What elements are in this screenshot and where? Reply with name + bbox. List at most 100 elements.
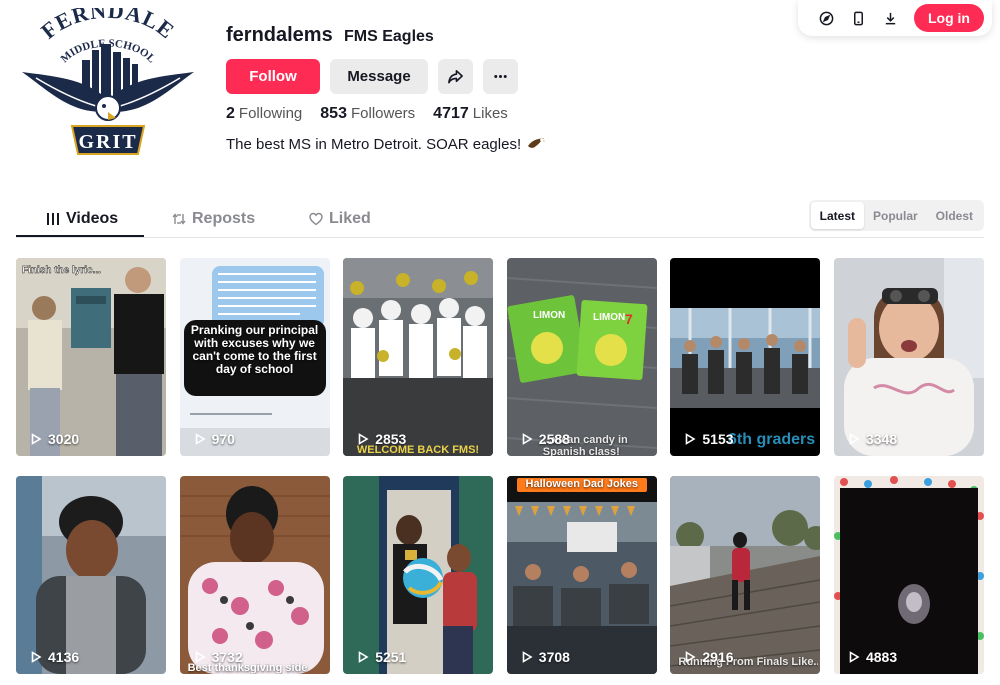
share-button[interactable] xyxy=(438,59,473,94)
download-icon[interactable] xyxy=(876,4,904,32)
more-button[interactable] xyxy=(483,59,518,94)
view-count-value: 2916 xyxy=(702,649,734,665)
video-card[interactable]: WELCOME BACK FMS! 2853 xyxy=(343,258,494,456)
share-icon xyxy=(448,70,463,84)
tab-liked[interactable]: Liked xyxy=(309,200,371,237)
compass-icon[interactable] xyxy=(812,4,840,32)
view-count: 4136 xyxy=(30,649,79,665)
view-count: 3020 xyxy=(30,431,79,447)
tab-liked-label: Liked xyxy=(329,209,371,227)
video-card[interactable]: 4883 xyxy=(833,476,984,674)
stat-likes-label: Likes xyxy=(472,105,508,122)
video-thumbnail xyxy=(506,476,657,674)
play-icon xyxy=(358,433,369,445)
video-card[interactable]: 5251 xyxy=(343,476,494,674)
username: ferndalems xyxy=(226,24,333,46)
eagle-emoji-icon xyxy=(528,138,546,148)
video-thumbnail: WELCOME BACK FMS! xyxy=(343,258,494,456)
video-overlay-text: Pranking our principal with excuses why … xyxy=(190,324,319,376)
nickname: FMS Eagles xyxy=(344,28,434,45)
view-count-value: 3020 xyxy=(48,431,80,447)
play-icon xyxy=(686,433,696,445)
sort-toggle: Latest Popular Oldest xyxy=(808,200,984,231)
view-count: 2588 xyxy=(521,431,570,447)
view-count-value: 4136 xyxy=(48,649,80,665)
video-overlay-text: 6th graders xyxy=(728,431,815,448)
avatar-banner-text: GRIT xyxy=(78,131,137,153)
view-count: 5153 xyxy=(684,431,734,447)
tab-videos[interactable]: Videos xyxy=(46,200,118,237)
bio-text: The best MS in Metro Detroit. SOAR eagle… xyxy=(226,136,522,153)
play-icon xyxy=(849,433,860,445)
play-icon xyxy=(522,651,533,663)
view-count-value: 970 xyxy=(211,431,235,447)
view-count: 3348 xyxy=(848,431,897,447)
view-count-value: 5251 xyxy=(375,649,407,665)
play-icon xyxy=(195,433,206,445)
profile-stats: 2 Following 853 Followers 4717 Likes xyxy=(226,105,508,123)
video-card[interactable]: Best thanksgiving side 3732 xyxy=(179,476,330,674)
sort-latest-button[interactable]: Latest xyxy=(810,202,864,229)
svg-text:7: 7 xyxy=(625,311,633,327)
svg-text:LIMON: LIMON xyxy=(593,312,625,323)
grid-icon xyxy=(47,212,59,225)
profile-actions: Follow Message xyxy=(226,59,518,94)
play-icon xyxy=(31,651,42,663)
view-count: 2853 xyxy=(357,431,406,447)
view-count: 3708 xyxy=(521,649,570,665)
video-thumbnail xyxy=(833,258,984,456)
play-icon xyxy=(849,651,860,663)
view-count: 4883 xyxy=(848,649,897,665)
view-count: 5251 xyxy=(357,649,406,665)
play-icon xyxy=(686,651,696,663)
play-icon xyxy=(358,651,369,663)
play-icon xyxy=(31,433,42,445)
message-button[interactable]: Message xyxy=(330,59,428,94)
stat-following[interactable]: 2 Following xyxy=(226,105,302,123)
video-overlay-text: Halloween Dad Jokes xyxy=(525,478,639,490)
video-thumbnail xyxy=(343,476,494,674)
tab-active-indicator xyxy=(16,235,144,237)
sort-oldest-button[interactable]: Oldest xyxy=(927,202,982,229)
follow-button[interactable]: Follow xyxy=(226,59,320,94)
stat-following-value: 2 xyxy=(226,105,235,122)
view-count-value: 4883 xyxy=(865,649,898,665)
view-count: 2916 xyxy=(684,649,734,665)
video-card[interactable]: LIMON LIMON 7 ...xican candy in Spanish … xyxy=(506,258,657,456)
stat-following-label: Following xyxy=(238,105,303,122)
view-count: 970 xyxy=(194,431,235,447)
view-count-value: 3732 xyxy=(211,649,243,665)
video-thumbnail xyxy=(670,476,821,674)
stat-followers[interactable]: 853 Followers xyxy=(320,105,415,123)
heart-icon xyxy=(309,212,323,225)
svg-text:LIMON: LIMON xyxy=(533,310,565,321)
view-count: 3732 xyxy=(194,649,243,665)
video-card[interactable]: 3348 xyxy=(833,258,984,456)
video-overlay-text: Finish the lyric... xyxy=(22,265,101,276)
view-count-value: 5153 xyxy=(702,431,734,447)
video-card[interactable]: Pranking our principal with excuses why … xyxy=(179,258,330,456)
video-thumbnail xyxy=(16,476,166,674)
stat-likes-value: 4717 xyxy=(433,105,469,122)
more-icon xyxy=(494,74,507,79)
sort-popular-button[interactable]: Popular xyxy=(864,202,927,229)
video-card[interactable]: Halloween Dad Jokes 3708 xyxy=(506,476,657,674)
view-count-value: 3348 xyxy=(865,431,898,447)
view-count-value: 3708 xyxy=(538,649,570,665)
video-thumbnail: LIMON LIMON 7 xyxy=(506,258,657,456)
video-card[interactable]: 6th graders 5153 xyxy=(670,258,821,456)
tab-reposts[interactable]: Reposts xyxy=(172,200,255,237)
avatar[interactable]: FERNDALE MIDDLE SCHOOL GRIT xyxy=(16,0,200,160)
view-count-value: 2853 xyxy=(375,431,407,447)
tab-reposts-label: Reposts xyxy=(192,209,256,227)
play-icon xyxy=(522,433,533,445)
mobile-icon[interactable] xyxy=(844,4,872,32)
video-card[interactable]: 4136 xyxy=(16,476,166,674)
login-button[interactable]: Log in xyxy=(914,4,984,32)
video-thumbnail: Finish the lyric... xyxy=(16,258,166,456)
stat-followers-value: 853 xyxy=(320,105,347,122)
video-thumbnail xyxy=(179,476,330,674)
video-card[interactable]: Finish the lyric... 3020 xyxy=(16,258,166,456)
video-grid: Finish the lyric... 3020 Pranking our pr… xyxy=(16,258,984,674)
video-card[interactable]: Running From Finals Like... 2916 xyxy=(670,476,821,674)
